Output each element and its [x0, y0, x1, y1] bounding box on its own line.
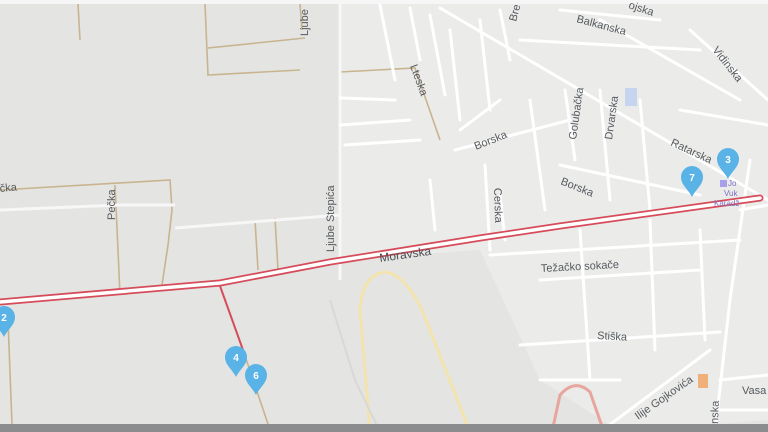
poi-label-line2: Vuk — [724, 189, 738, 198]
bottom-scrollbar[interactable] — [0, 424, 768, 432]
street-label-ljube: Ljube — [299, 9, 311, 36]
street-label-cerska: Cerska — [491, 188, 504, 224]
street-label-pecka-left: čka — [0, 181, 18, 195]
blue-poi-block — [625, 88, 637, 106]
street-label-stiska: Stiška — [597, 330, 628, 344]
street-label-ljube-stepica: Ljube Stepića — [325, 184, 337, 252]
poi-label-line3: Karadž — [714, 199, 739, 208]
marker-label: 6 — [253, 371, 259, 382]
marker-label: 2 — [1, 313, 7, 324]
poi-label-line1: Jo — [728, 179, 737, 188]
map-svg: Moravska Ljube Stepića Ljube Pečka čka B… — [0, 0, 768, 432]
map-canvas[interactable]: Moravska Ljube Stepića Ljube Pečka čka B… — [0, 0, 768, 432]
top-edge — [0, 0, 768, 4]
marker-label: 4 — [233, 353, 239, 364]
street-label-pecka: Pečka — [106, 189, 118, 220]
marker-label: 7 — [689, 173, 695, 184]
school-poi-icon — [720, 180, 727, 187]
marker-label: 3 — [725, 155, 731, 166]
street-label-nska: nska — [709, 400, 722, 425]
orange-poi-icon — [698, 374, 708, 388]
street-label-vasa: Vasa — [742, 385, 767, 397]
